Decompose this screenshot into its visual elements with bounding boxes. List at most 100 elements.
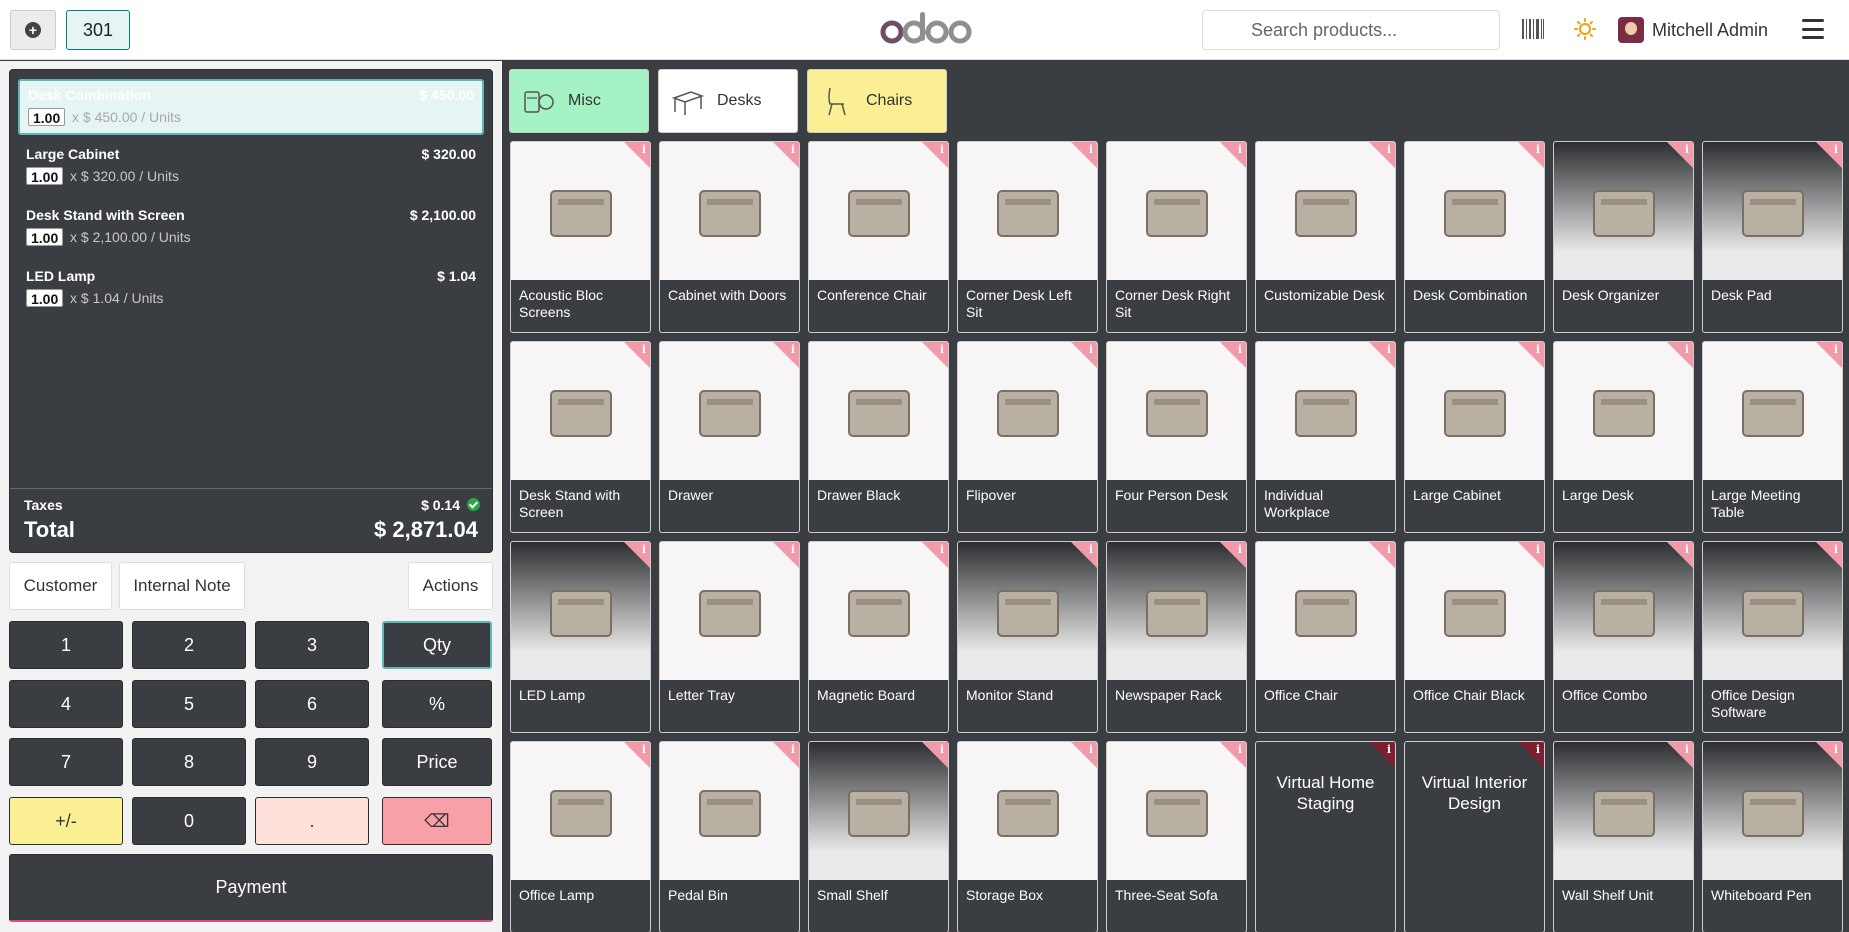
info-icon[interactable]: i [940,743,944,756]
numpad-key-9[interactable]: 9 [255,738,369,786]
product-card[interactable]: Magnetic Board i [808,541,949,733]
product-card[interactable]: Four Person Desk i [1106,341,1247,533]
product-card[interactable]: Drawer Black i [808,341,949,533]
product-card[interactable]: Virtual Interior Design i [1404,741,1545,932]
info-ribbon[interactable] [1220,142,1246,168]
info-ribbon[interactable] [1071,142,1097,168]
product-card[interactable]: Wall Shelf Unit i [1553,741,1694,932]
numpad-key-3[interactable]: 3 [255,621,369,669]
product-card[interactable]: Office Chair Black i [1404,541,1545,733]
info-icon[interactable]: i [642,543,646,556]
user-menu[interactable]: Mitchell Admin [1618,16,1768,44]
info-ribbon[interactable] [1369,742,1395,768]
info-ribbon[interactable] [773,742,799,768]
info-ribbon[interactable] [773,142,799,168]
info-ribbon[interactable] [624,542,650,568]
info-icon[interactable]: i [1685,743,1689,756]
info-ribbon[interactable] [773,542,799,568]
info-icon[interactable]: i [642,143,646,156]
info-ribbon[interactable] [1369,342,1395,368]
new-order-button[interactable]: + [10,10,56,50]
mode-discount-button[interactable]: % [382,680,492,728]
numpad-key-4[interactable]: 4 [9,680,123,728]
info-icon[interactable]: i [1834,143,1838,156]
info-icon[interactable]: i [1536,743,1540,756]
product-card[interactable]: Whiteboard Pen i [1702,741,1843,932]
product-card[interactable]: Corner Desk Left Sit i [957,141,1098,333]
info-icon[interactable]: i [791,143,795,156]
info-ribbon[interactable] [1518,742,1544,768]
info-ribbon[interactable] [1369,542,1395,568]
product-card[interactable]: Desk Pad i [1702,141,1843,333]
actions-button[interactable]: Actions [408,562,493,610]
product-card[interactable]: Three-Seat Sofa i [1106,741,1247,932]
product-card[interactable]: Monitor Stand i [957,541,1098,733]
product-card[interactable]: Corner Desk Right Sit i [1106,141,1247,333]
numpad-key-0[interactable]: 0 [132,797,246,845]
product-card[interactable]: Acoustic Bloc Screens i [510,141,651,333]
info-ribbon[interactable] [1667,542,1693,568]
customer-button[interactable]: Customer [9,562,112,610]
info-icon[interactable]: i [1238,743,1242,756]
info-ribbon[interactable] [1518,542,1544,568]
product-card[interactable]: Large Cabinet i [1404,341,1545,533]
product-card[interactable]: Customizable Desk i [1255,141,1396,333]
info-icon[interactable]: i [1089,743,1093,756]
info-icon[interactable]: i [940,343,944,356]
barcode-icon[interactable] [1522,19,1544,39]
product-card[interactable]: Cabinet with Doors i [659,141,800,333]
product-card[interactable]: Conference Chair i [808,141,949,333]
numpad-sign-button[interactable]: +/- [9,797,123,845]
info-ribbon[interactable] [922,742,948,768]
info-ribbon[interactable] [1816,542,1842,568]
info-icon[interactable]: i [1685,343,1689,356]
product-card[interactable]: Desk Organizer i [1553,141,1694,333]
info-icon[interactable]: i [791,543,795,556]
product-card[interactable]: Small Shelf i [808,741,949,932]
info-ribbon[interactable] [1220,342,1246,368]
info-icon[interactable]: i [1089,143,1093,156]
product-card[interactable]: Newspaper Rack i [1106,541,1247,733]
product-card[interactable]: Office Chair i [1255,541,1396,733]
info-icon[interactable]: i [1089,343,1093,356]
mode-qty-button[interactable]: Qty [382,621,492,669]
info-ribbon[interactable] [1518,142,1544,168]
info-ribbon[interactable] [624,342,650,368]
numpad-key-1[interactable]: 1 [9,621,123,669]
info-ribbon[interactable] [624,742,650,768]
product-card[interactable]: LED Lamp i [510,541,651,733]
hamburger-menu-icon[interactable] [1802,19,1824,39]
info-icon[interactable]: i [1238,343,1242,356]
info-icon[interactable]: i [1089,543,1093,556]
product-card[interactable]: Pedal Bin i [659,741,800,932]
product-card[interactable]: Desk Stand with Screen i [510,341,651,533]
internal-note-button[interactable]: Internal Note [119,562,245,610]
info-icon[interactable]: i [1238,143,1242,156]
info-icon[interactable]: i [1387,143,1391,156]
info-ribbon[interactable] [922,542,948,568]
info-ribbon[interactable] [1816,142,1842,168]
product-card[interactable]: Desk Combination i [1404,141,1545,333]
info-icon[interactable]: i [940,143,944,156]
info-ribbon[interactable] [1071,342,1097,368]
backspace-icon[interactable]: ⌫ [382,797,492,845]
numpad-key-8[interactable]: 8 [132,738,246,786]
product-card[interactable]: Large Meeting Table i [1702,341,1843,533]
sun-icon[interactable] [1574,18,1596,40]
info-icon[interactable]: i [791,343,795,356]
info-ribbon[interactable] [1220,742,1246,768]
product-card[interactable]: Letter Tray i [659,541,800,733]
info-ribbon[interactable] [1071,542,1097,568]
info-ribbon[interactable] [922,142,948,168]
info-icon[interactable]: i [1834,343,1838,356]
info-ribbon[interactable] [1369,142,1395,168]
info-ribbon[interactable] [1816,742,1842,768]
product-card[interactable]: Individual Workplace i [1255,341,1396,533]
info-icon[interactable]: i [642,743,646,756]
search-input[interactable] [1202,10,1500,50]
product-card[interactable]: Large Desk i [1553,341,1694,533]
category-chairs[interactable]: Chairs [807,69,947,133]
numpad-key-2[interactable]: 2 [132,621,246,669]
product-card[interactable]: Drawer i [659,341,800,533]
category-misc[interactable]: Misc [509,69,649,133]
